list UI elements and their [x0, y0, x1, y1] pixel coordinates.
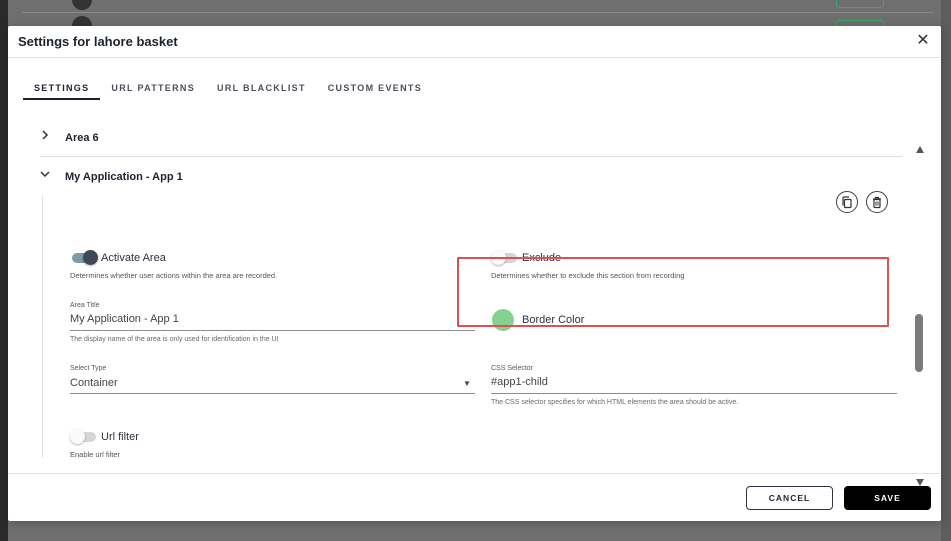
- area-title-field-label: Area Title: [70, 302, 100, 309]
- select-type-dropdown[interactable]: Container: [70, 377, 118, 389]
- dropdown-arrow-icon[interactable]: ▼: [463, 379, 471, 388]
- exclude-description: Determines whether to exclude this secti…: [491, 271, 685, 280]
- tab-url-patterns[interactable]: URL PATTERNS: [100, 82, 206, 100]
- chevron-down-icon[interactable]: [40, 169, 54, 183]
- tab-settings[interactable]: SETTINGS: [23, 82, 101, 100]
- area-title-underline: [70, 330, 475, 331]
- tab-custom-events[interactable]: CUSTOM EVENTS: [317, 82, 433, 100]
- area-accordion-area-6[interactable]: Area 6: [40, 118, 902, 158]
- css-selector-underline: [491, 393, 897, 394]
- toggle-knob: [70, 429, 85, 444]
- toggle-knob: [491, 250, 506, 265]
- cancel-button[interactable]: CANCEL: [746, 486, 833, 510]
- settings-modal: Settings for lahore basket ✕ SETTINGS UR…: [8, 26, 941, 521]
- trash-icon[interactable]: [866, 191, 888, 213]
- copy-icon[interactable]: [836, 191, 858, 213]
- exclude-toggle[interactable]: [491, 250, 517, 265]
- chevron-right-icon[interactable]: [40, 130, 54, 144]
- background-row-divider: [22, 12, 933, 13]
- url-filter-description: Enable url filter: [70, 450, 121, 458]
- modal-footer: CANCEL SAVE: [8, 473, 941, 521]
- border-color-swatch[interactable]: [492, 309, 514, 331]
- save-button[interactable]: SAVE: [844, 486, 931, 510]
- css-selector-help: The CSS selector specifies for which HTM…: [491, 399, 739, 406]
- activate-area-description: Determines whether user actions within t…: [70, 271, 278, 280]
- url-filter-label: Url filter: [101, 431, 139, 443]
- close-icon[interactable]: ✕: [914, 32, 932, 50]
- background-avatar: [72, 0, 92, 10]
- modal-title: Settings for lahore basket: [18, 34, 178, 49]
- exclude-label: Exclude: [522, 252, 562, 264]
- tab-bar: SETTINGS URL PATTERNS URL BLACKLIST CUST…: [23, 82, 433, 102]
- scroll-up-arrow-icon[interactable]: [916, 146, 924, 153]
- toggle-knob: [83, 250, 98, 265]
- area-title-text: My Application - App 1: [65, 171, 183, 183]
- backdrop-left-strip: [0, 0, 8, 541]
- activate-area-toggle[interactable]: [72, 250, 98, 265]
- css-selector-input[interactable]: #app1-child: [491, 376, 548, 388]
- accordion-indent-line: [42, 195, 43, 458]
- background-status-pill: [836, 0, 884, 8]
- modal-header: Settings for lahore basket ✕: [8, 26, 941, 58]
- select-type-label: Select Type: [70, 365, 107, 372]
- css-selector-label: CSS Selector: [491, 365, 534, 372]
- content-scrollbar[interactable]: [915, 146, 927, 486]
- area-title-help: The display name of the area is only use…: [70, 336, 279, 343]
- area-title-input[interactable]: My Application - App 1: [70, 313, 179, 325]
- scrollbar-thumb[interactable]: [915, 314, 923, 372]
- backdrop-right-strip: [941, 0, 951, 541]
- border-color-label: Border Color: [522, 314, 585, 326]
- area-accordion-my-application[interactable]: My Application - App 1: [40, 157, 902, 197]
- settings-content: Area 6 My Application - App 1 Activate A…: [25, 116, 907, 458]
- select-type-underline: [70, 393, 475, 394]
- area-title-text: Area 6: [65, 132, 99, 144]
- url-filter-toggle[interactable]: [70, 429, 96, 444]
- tab-url-blacklist[interactable]: URL BLACKLIST: [206, 82, 317, 100]
- activate-area-label: Activate Area: [101, 252, 166, 264]
